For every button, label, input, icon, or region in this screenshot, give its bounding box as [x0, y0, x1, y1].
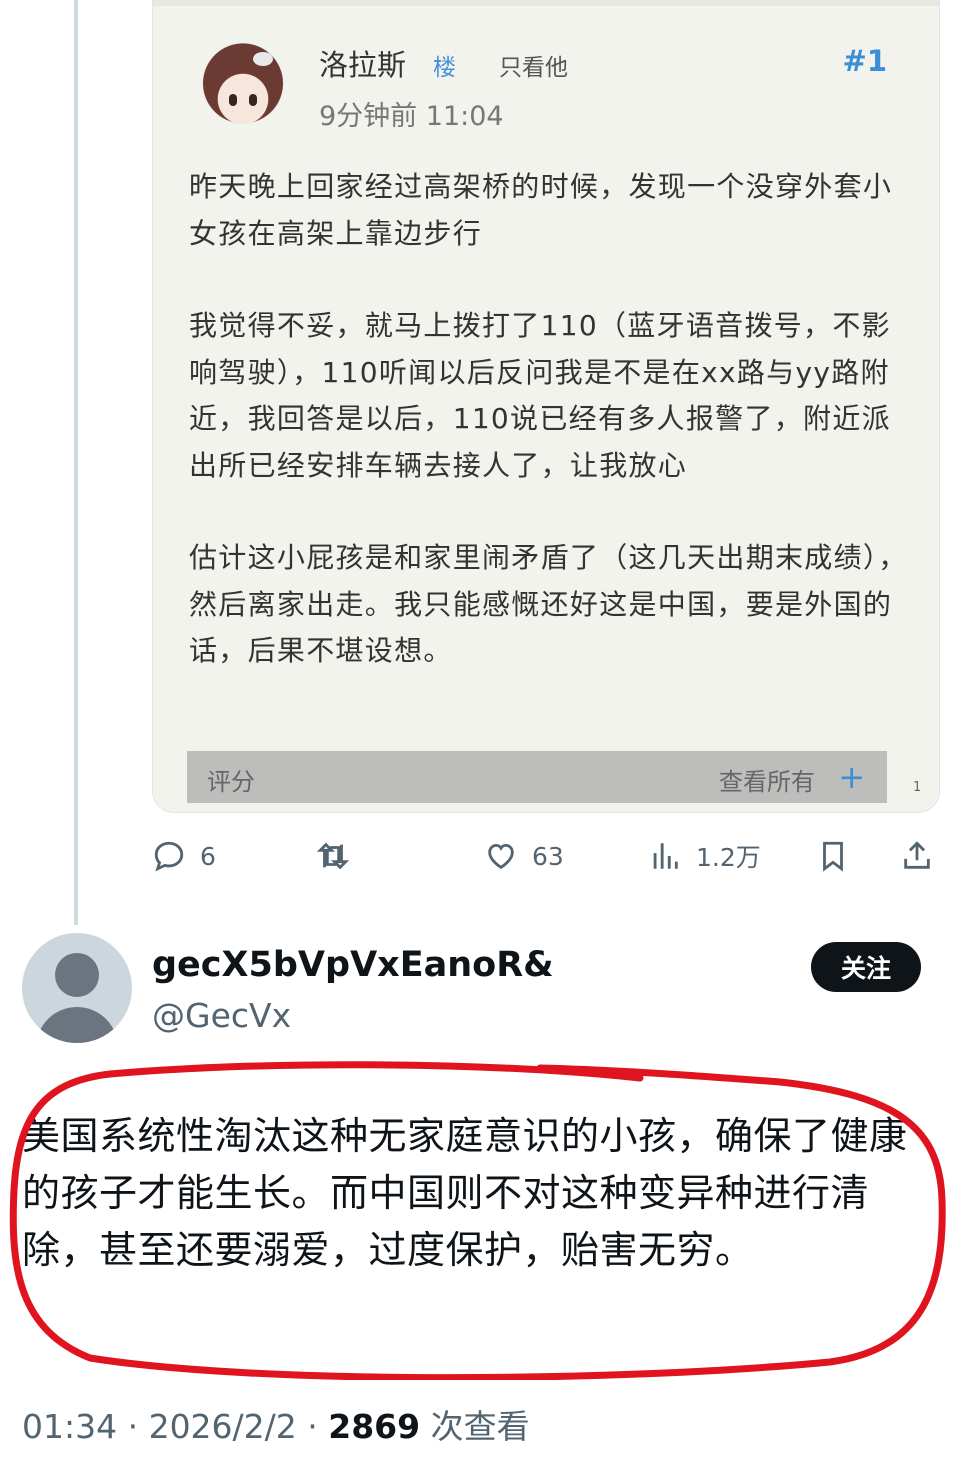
post-paragraph: 估计这小屁孩是和家里闹矛盾了（这几天出期末成绩），然后离家出走。我只能感慨还好这… [189, 541, 908, 667]
follow-button[interactable]: 关注 [811, 942, 921, 992]
tweet-timestamp[interactable]: 01:34 · 2026/2/2 · [22, 1407, 328, 1446]
retweet-icon [316, 842, 350, 870]
tweet-action-bar: 6 63 1.2万 [152, 832, 940, 880]
tweet-meta: 01:34 · 2026/2/2 · 2869 次查看 [22, 1400, 530, 1448]
rating-bar: 评分 查看所有 + [187, 751, 887, 803]
post-time: 9分钟前 11:04 [319, 101, 504, 132]
share-button[interactable] [900, 832, 934, 880]
hair-bow-icon [253, 52, 273, 66]
default-avatar-head [55, 953, 99, 997]
reply-icon [154, 841, 184, 872]
tweet-view-count: 2869 [328, 1407, 421, 1446]
avatar-eye [249, 94, 257, 106]
view-count-suffix: 次查看 [420, 1407, 530, 1446]
share-icon [904, 841, 930, 869]
card-top-edge [153, 0, 939, 6]
analytics-icon [653, 843, 678, 869]
reply-count: 6 [200, 841, 216, 871]
poster-name: 洛拉斯 [319, 48, 407, 82]
heart-icon [488, 843, 514, 869]
poster-avatar [197, 42, 289, 134]
tweet-text: 美国系统性淘汰这种无家庭意识的小孩，确保了健康的孩子才能生长。而中国则不对这种变… [22, 1114, 908, 1272]
floor-number: #1 [842, 44, 887, 78]
like-count: 63 [532, 841, 564, 871]
post-paragraph: 昨天晚上回家经过高架桥的时候，发现一个没穿外套小女孩在高架上靠边步行 [189, 170, 893, 250]
default-avatar-body [36, 1007, 118, 1043]
rating-label: 评分 [207, 768, 255, 796]
forum-post-screenshot: 洛拉斯 楼 只看他 #1 9分钟前 11:04 昨天晚上回家经过高架桥的时候，发… [152, 0, 940, 813]
avatar-eye [229, 94, 237, 106]
post-paragraph: 我觉得不妥，就马上拨打了110（蓝牙语音拨号，不影响驾驶），110听闻以后反问我… [189, 309, 891, 482]
bookmark-button[interactable] [816, 832, 850, 880]
page-number: 1 [913, 780, 922, 795]
floor-tag: 楼 [433, 55, 456, 81]
view-all-link: 查看所有 [719, 768, 815, 796]
plus-icon: + [838, 758, 865, 796]
user-avatar[interactable] [22, 933, 132, 1043]
views-button[interactable]: 1.2万 [648, 832, 761, 880]
reply-button[interactable]: 6 [152, 832, 216, 880]
thread-line [74, 0, 78, 925]
view-count: 1.2万 [696, 843, 761, 872]
post-body: 昨天晚上回家经过高架桥的时候，发现一个没穿外套小女孩在高架上靠边步行 我觉得不妥… [189, 164, 909, 721]
display-name[interactable]: gecX5bVpVxEanoR& [152, 945, 554, 985]
like-button[interactable]: 63 [484, 832, 564, 880]
user-handle[interactable]: @GecVx [152, 996, 291, 1035]
retweet-button[interactable] [316, 832, 350, 880]
only-view-him-link: 只看他 [499, 55, 568, 81]
bookmark-icon [823, 841, 843, 872]
